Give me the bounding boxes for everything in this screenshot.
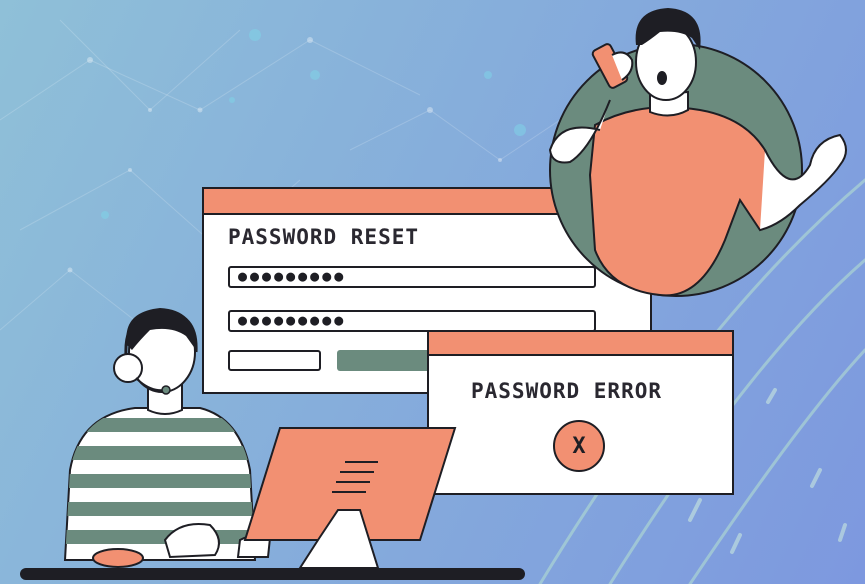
support-agent-illustration — [20, 308, 525, 580]
